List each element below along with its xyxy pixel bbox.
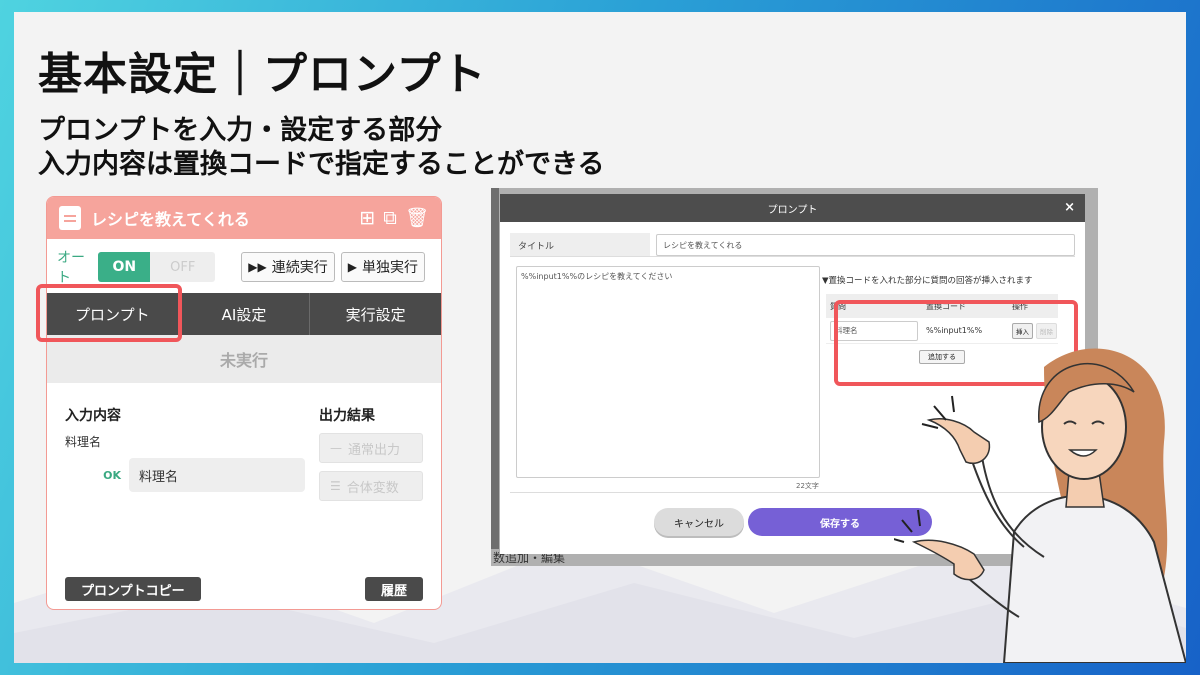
auto-toggle[interactable]: ON OFF bbox=[98, 252, 216, 282]
plus-square-icon[interactable]: ⊞ bbox=[359, 208, 375, 228]
output-title: 出力結果 bbox=[319, 408, 375, 424]
modal-header: プロンプト × bbox=[500, 194, 1085, 222]
close-icon[interactable]: × bbox=[1064, 200, 1075, 215]
history-button[interactable]: 履歴 bbox=[364, 577, 423, 601]
replace-note: ▼置換コードを入れた部分に質問の回答が挿入されます bbox=[822, 276, 1033, 286]
control-row: オート ON OFF ▶▶ 連続実行 ▶ 単独実行 bbox=[47, 239, 441, 286]
auto-label: オート bbox=[57, 250, 85, 286]
run-single-label: 単独実行 bbox=[362, 260, 418, 276]
highlight-prompt-tab bbox=[36, 284, 182, 342]
output-column: 出力結果 — 通常出力 ☰ 合体変数 bbox=[319, 405, 429, 501]
run-continuous-button[interactable]: ▶▶ 連続実行 bbox=[241, 252, 335, 282]
input-row: OK 料理名 bbox=[65, 458, 305, 492]
prompt-card: レシピを教えてくれる ⊞ ⧉ 🗑 オート ON OFF ▶▶ 連続実行 ▶ 単独… bbox=[46, 196, 442, 610]
tab-run-settings[interactable]: 実行設定 bbox=[310, 293, 441, 335]
card-header-actions: ⊞ ⧉ 🗑 bbox=[359, 208, 429, 228]
toggle-off[interactable]: OFF bbox=[150, 252, 216, 282]
combined-variable-button[interactable]: ☰ 合体変数 bbox=[319, 471, 423, 501]
modal-title: プロンプト bbox=[767, 204, 818, 216]
card-header: レシピを教えてくれる ⊞ ⧉ 🗑 bbox=[47, 197, 441, 239]
minus-icon: — bbox=[330, 441, 342, 455]
subtitle-line-2: 入力内容は置換コードで指定することができる bbox=[38, 149, 605, 180]
copy-prompt-button[interactable]: プロンプトコピー bbox=[65, 577, 201, 601]
tab-ai-settings[interactable]: AI設定 bbox=[178, 293, 311, 335]
normal-output-label: 通常出力 bbox=[348, 442, 401, 458]
toggle-on[interactable]: ON bbox=[98, 252, 151, 282]
backdrop-strip bbox=[491, 188, 499, 566]
document-lines-icon: ☰ bbox=[330, 479, 341, 493]
fast-forward-icon: ▶▶ bbox=[248, 260, 267, 274]
play-icon: ▶ bbox=[347, 260, 357, 274]
ok-badge: OK bbox=[103, 468, 121, 482]
card-title: レシピを教えてくれる bbox=[91, 210, 250, 229]
normal-output-button[interactable]: — 通常出力 bbox=[319, 433, 423, 463]
trash-icon[interactable]: 🗑 bbox=[405, 208, 429, 228]
status-bar: 未実行 bbox=[47, 335, 441, 383]
combined-variable-label: 合体変数 bbox=[346, 480, 399, 496]
document-icon bbox=[59, 206, 81, 230]
divider bbox=[510, 256, 1075, 257]
woman-pointing-illustration bbox=[894, 348, 1186, 663]
run-continuous-label: 連続実行 bbox=[271, 260, 328, 276]
card-footer: プロンプトコピー 履歴 bbox=[65, 577, 423, 601]
dish-name-input[interactable]: 料理名 bbox=[129, 458, 305, 492]
slide: 基本設定｜プロンプト プロンプトを入力・設定する部分 入力内容は置換コードで指定… bbox=[14, 12, 1186, 663]
title-label: タイトル bbox=[510, 233, 650, 257]
copy-icon[interactable]: ⧉ bbox=[383, 208, 397, 228]
cancel-button[interactable]: キャンセル bbox=[654, 508, 744, 536]
char-count: 22文字 bbox=[796, 482, 819, 490]
input-column: 入力内容 料理名 OK 料理名 bbox=[65, 405, 305, 492]
input-field-label: 料理名 bbox=[65, 435, 102, 449]
io-section: 入力内容 料理名 OK 料理名 出力結果 — 通常出力 ☰ 合体変数 bbox=[47, 383, 441, 583]
title-input[interactable]: レシピを教えてくれる bbox=[656, 234, 1075, 256]
run-single-button[interactable]: ▶ 単独実行 bbox=[340, 252, 425, 282]
prompt-textarea[interactable]: %%input1%%のレシピを教えてください bbox=[516, 266, 820, 478]
title-row: タイトル レシピを教えてくれる bbox=[510, 232, 1075, 258]
page-title: 基本設定｜プロンプト bbox=[38, 49, 487, 100]
input-title: 入力内容 bbox=[65, 408, 121, 424]
